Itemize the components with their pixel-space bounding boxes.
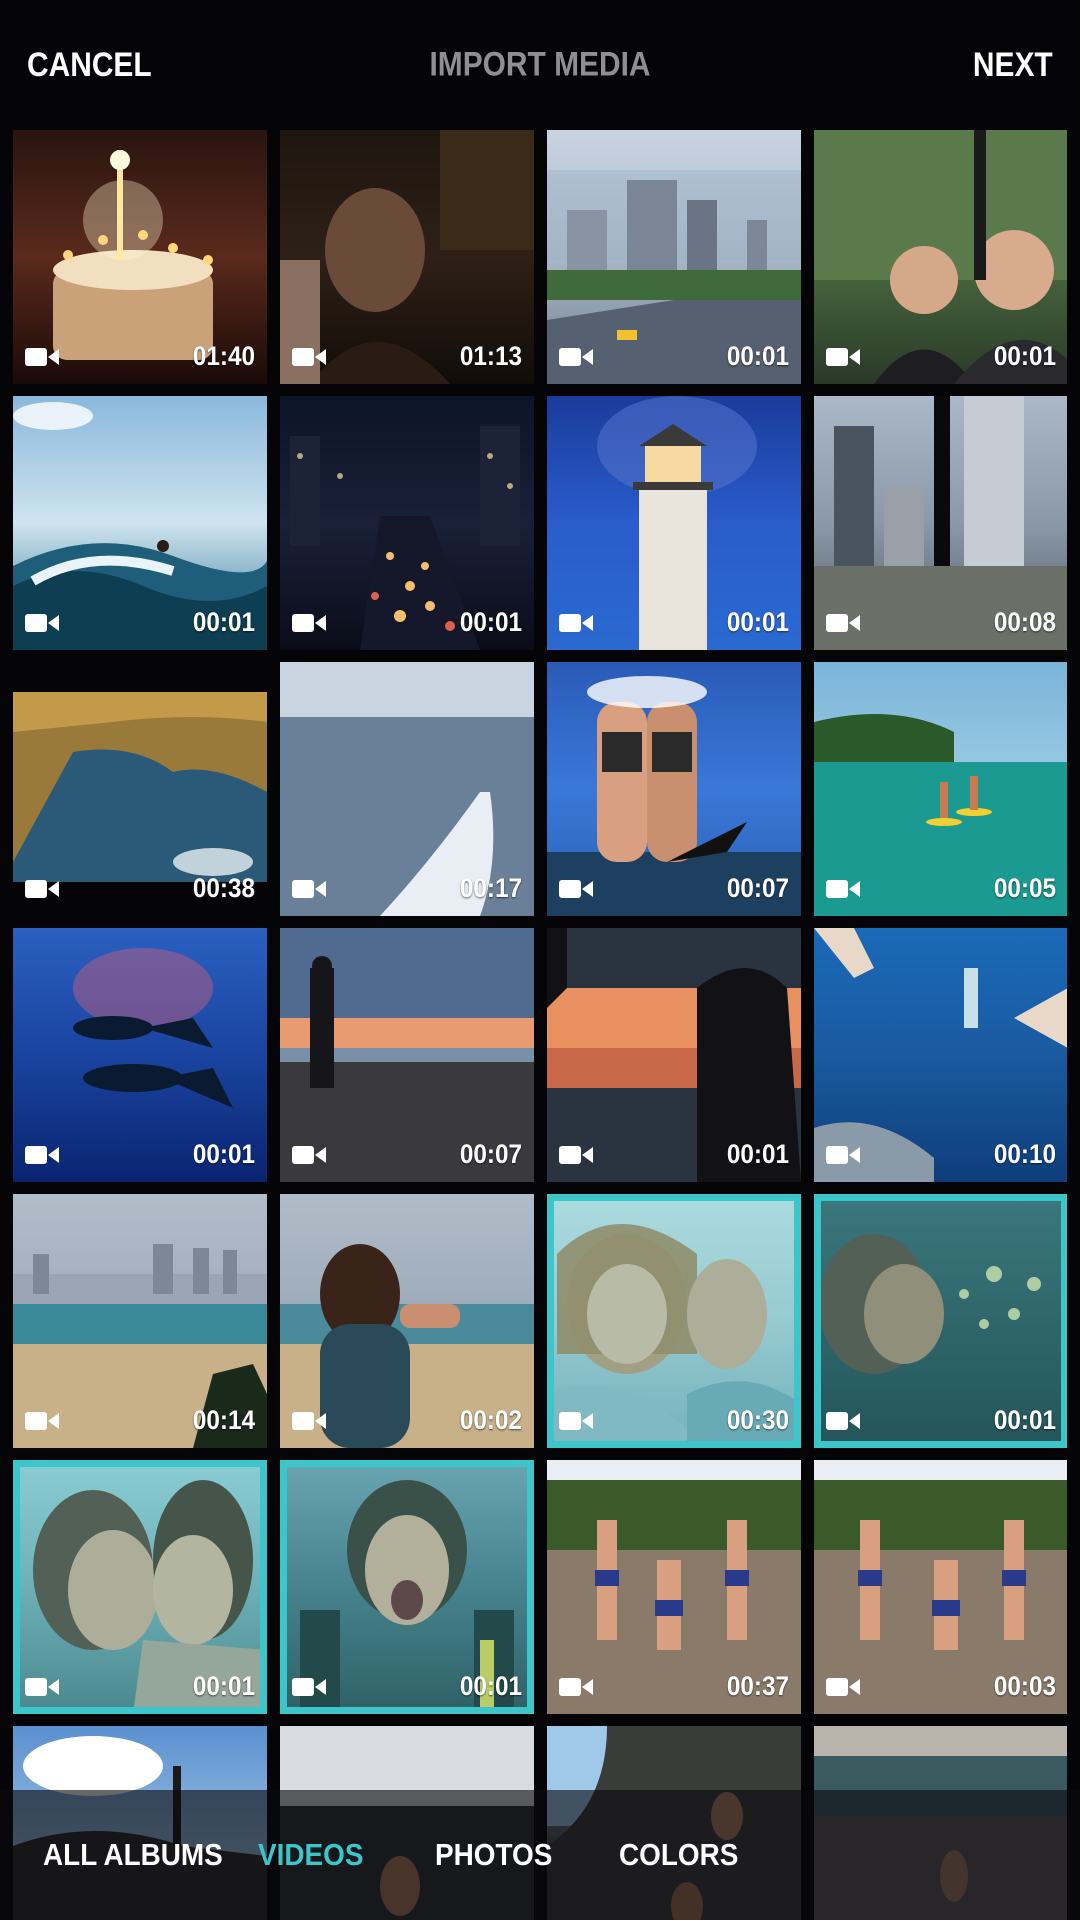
- video-camera-icon: [292, 614, 326, 632]
- bottom-tab-bar: ALL ALBUMS VIDEOS PHOTOS COLORS: [0, 1790, 1080, 1920]
- video-camera-icon: [826, 1146, 860, 1164]
- video-duration: 00:01: [192, 1671, 255, 1701]
- video-duration: 00:30: [726, 1405, 789, 1435]
- media-tile[interactable]: 00:30: [547, 1194, 801, 1448]
- video-duration: 00:01: [726, 1139, 789, 1169]
- video-duration: 00:01: [726, 341, 789, 371]
- video-camera-icon: [559, 1146, 593, 1164]
- video-camera-icon: [292, 1412, 326, 1430]
- video-duration: 00:01: [993, 341, 1056, 371]
- video-camera-icon: [826, 348, 860, 366]
- tab-photos[interactable]: PHOTOS: [435, 1837, 552, 1873]
- video-camera-icon: [25, 1678, 59, 1696]
- video-camera-icon: [559, 1678, 593, 1696]
- video-duration: 00:07: [726, 873, 789, 903]
- media-tile[interactable]: 00:01: [280, 1460, 534, 1714]
- video-duration: 01:13: [459, 341, 522, 371]
- media-tile[interactable]: 00:01: [547, 130, 801, 384]
- video-camera-icon: [292, 1146, 326, 1164]
- media-tile[interactable]: 00:02: [280, 1194, 534, 1448]
- video-camera-icon: [25, 880, 59, 898]
- video-duration: 00:02: [459, 1405, 522, 1435]
- tab-videos[interactable]: VIDEOS: [258, 1837, 363, 1873]
- video-duration: 00:01: [993, 1405, 1056, 1435]
- video-camera-icon: [25, 1146, 59, 1164]
- video-camera-icon: [25, 614, 59, 632]
- media-tile[interactable]: 01:13: [280, 130, 534, 384]
- video-duration: 00:08: [993, 607, 1056, 637]
- video-duration: 01:40: [192, 341, 255, 371]
- media-grid: 01:40 01:13 00:01 00:01 00:01 00:01 00:0…: [13, 130, 1067, 1920]
- media-tile[interactable]: 00:17: [280, 662, 534, 916]
- video-camera-icon: [559, 614, 593, 632]
- video-duration: 00:37: [726, 1671, 789, 1701]
- video-duration: 00:03: [993, 1671, 1056, 1701]
- video-camera-icon: [559, 348, 593, 366]
- header-bar: CANCEL IMPORT MEDIA NEXT: [0, 0, 1080, 130]
- media-tile[interactable]: 01:40: [13, 130, 267, 384]
- video-duration: 00:01: [192, 607, 255, 637]
- cancel-button[interactable]: CANCEL: [27, 46, 152, 85]
- media-tile[interactable]: 00:05: [814, 662, 1067, 916]
- media-tile[interactable]: 00:08: [814, 396, 1067, 650]
- import-media-screen: CANCEL IMPORT MEDIA NEXT 01:40 01:13 00:…: [0, 0, 1080, 1920]
- media-tile[interactable]: 00:01: [13, 1460, 267, 1714]
- media-tile[interactable]: 00:37: [547, 1460, 801, 1714]
- video-duration: 00:01: [192, 1139, 255, 1169]
- media-tile[interactable]: 00:38: [13, 662, 267, 916]
- media-tile[interactable]: 00:07: [280, 928, 534, 1182]
- video-camera-icon: [25, 1412, 59, 1430]
- page-title: IMPORT MEDIA: [429, 45, 651, 84]
- video-duration: 00:38: [192, 873, 255, 903]
- video-duration: 00:14: [192, 1405, 255, 1435]
- video-camera-icon: [826, 1678, 860, 1696]
- video-duration: 00:07: [459, 1139, 522, 1169]
- media-tile[interactable]: 00:10: [814, 928, 1067, 1182]
- video-camera-icon: [292, 348, 326, 366]
- media-tile[interactable]: 00:14: [13, 1194, 267, 1448]
- media-tile[interactable]: 00:03: [814, 1460, 1067, 1714]
- video-duration: 00:10: [993, 1139, 1056, 1169]
- video-duration: 00:05: [993, 873, 1056, 903]
- media-tile[interactable]: 00:01: [814, 1194, 1067, 1448]
- video-camera-icon: [826, 880, 860, 898]
- video-camera-icon: [25, 348, 59, 366]
- video-camera-icon: [559, 880, 593, 898]
- media-tile[interactable]: 00:07: [547, 662, 801, 916]
- media-tile[interactable]: 00:01: [547, 928, 801, 1182]
- media-tile[interactable]: 00:01: [13, 928, 267, 1182]
- video-camera-icon: [292, 1678, 326, 1696]
- video-camera-icon: [559, 1412, 593, 1430]
- video-duration: 00:01: [459, 607, 522, 637]
- media-tile[interactable]: 00:01: [814, 130, 1067, 384]
- tab-all-albums[interactable]: ALL ALBUMS: [43, 1837, 223, 1873]
- video-duration: 00:17: [459, 873, 522, 903]
- media-tile[interactable]: 00:01: [280, 396, 534, 650]
- video-duration: 00:01: [726, 607, 789, 637]
- media-tile[interactable]: 00:01: [547, 396, 801, 650]
- next-button[interactable]: NEXT: [973, 46, 1053, 85]
- video-duration: 00:01: [459, 1671, 522, 1701]
- tab-colors[interactable]: COLORS: [619, 1837, 738, 1873]
- video-camera-icon: [826, 1412, 860, 1430]
- media-tile[interactable]: 00:01: [13, 396, 267, 650]
- video-camera-icon: [292, 880, 326, 898]
- video-camera-icon: [826, 614, 860, 632]
